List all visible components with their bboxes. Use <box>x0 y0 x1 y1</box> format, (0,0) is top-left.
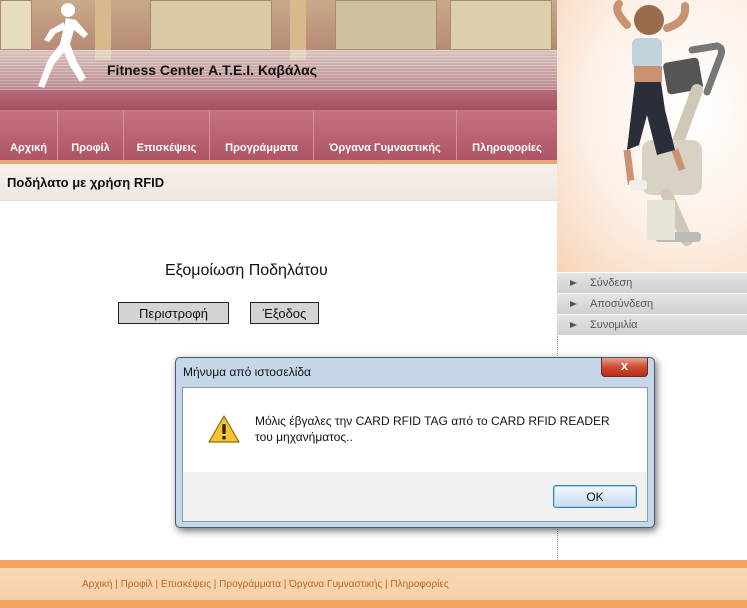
nav-item-info[interactable]: Πληροφορίες <box>457 110 557 160</box>
header-photo-element <box>150 0 272 50</box>
ok-button[interactable]: OK <box>553 485 637 508</box>
footer-link-programs[interactable]: Προγράμματα <box>219 579 281 590</box>
warning-icon <box>208 415 240 443</box>
rotate-button[interactable]: Περιστροφή <box>118 302 229 324</box>
sidebar-item-label: Συνομιλία <box>590 319 638 331</box>
nav-item-profile[interactable]: Προφίλ <box>58 110 124 160</box>
footer-separator: | <box>115 579 118 590</box>
site-header: Fitness Center Α.Τ.Ε.Ι. Καβάλας <box>0 0 557 110</box>
footer-top-band <box>0 560 747 568</box>
footer-links: Αρχική | Προφίλ | Επισκέψεις | Προγράμμα… <box>82 579 449 590</box>
sidebar-item-chat[interactable]: Συνομιλία <box>557 315 747 335</box>
close-button[interactable]: x <box>601 358 648 377</box>
exit-button[interactable]: Έξοδος <box>250 302 319 324</box>
runner-logo-icon <box>38 3 88 88</box>
arrow-right-icon <box>570 301 577 307</box>
header-band <box>0 90 557 110</box>
footer-separator: | <box>283 579 287 590</box>
site-footer: Αρχική | Προφίλ | Επισκέψεις | Προγράμμα… <box>0 568 747 600</box>
header-photo-element <box>0 0 32 50</box>
nav-item-equipment[interactable]: Όργανα Γυμναστικής <box>314 110 457 160</box>
dialog-message: Μόλις έβγαλες την CARD RFID TAG από το C… <box>255 414 610 444</box>
page-title: Ποδήλατο με χρήση RFID <box>7 175 165 190</box>
header-photo-element <box>335 0 437 50</box>
sidebar-item-label: Σύνδεση <box>590 277 633 289</box>
footer-link-visits[interactable]: Επισκέψεις <box>161 579 211 590</box>
sidebar-item-label: Αποσύνδεση <box>590 298 654 310</box>
footer-separator: | <box>384 579 388 590</box>
main-nav: Αρχική Προφίλ Επισκέψεις Προγράμματα Όργ… <box>0 110 557 164</box>
simulation-title: Εξομοίωση Ποδηλάτου <box>165 262 328 279</box>
sidebar-item-login[interactable]: Σύνδεση <box>557 273 747 293</box>
footer-separator: | <box>155 579 159 590</box>
page-heading-bar: Ποδήλατο με χρήση RFID <box>0 164 557 201</box>
footer-bottom-band <box>0 600 747 608</box>
exercise-bike-photo <box>557 0 747 272</box>
footer-link-info[interactable]: Πληροφορίες <box>390 579 448 590</box>
dialog-title: Μήνυμα από ιστοσελίδα <box>183 365 311 379</box>
arrow-right-icon <box>570 280 577 286</box>
arrow-right-icon <box>570 322 577 328</box>
alert-dialog: Μήνυμα από ιστοσελίδα x Μόλις έβγαλες τη… <box>175 357 655 528</box>
dialog-body: Μόλις έβγαλες την CARD RFID TAG από το C… <box>182 387 648 522</box>
footer-link-profile[interactable]: Προφίλ <box>121 579 153 590</box>
site-title: Fitness Center Α.Τ.Ε.Ι. Καβάλας <box>107 62 317 78</box>
footer-separator: | <box>213 579 217 590</box>
header-photo-element <box>450 0 552 50</box>
sidebar-item-logout[interactable]: Αποσύνδεση <box>557 294 747 314</box>
footer-link-home[interactable]: Αρχική <box>82 579 112 590</box>
nav-item-home[interactable]: Αρχική <box>0 110 58 160</box>
footer-link-equipment[interactable]: Όργανα Γυμναστικής <box>289 579 382 590</box>
woman-on-bike-icon <box>613 0 726 246</box>
close-icon: x <box>620 358 629 373</box>
nav-item-programs[interactable]: Προγράμματα <box>210 110 314 160</box>
nav-item-visits[interactable]: Επισκέψεις <box>124 110 210 160</box>
